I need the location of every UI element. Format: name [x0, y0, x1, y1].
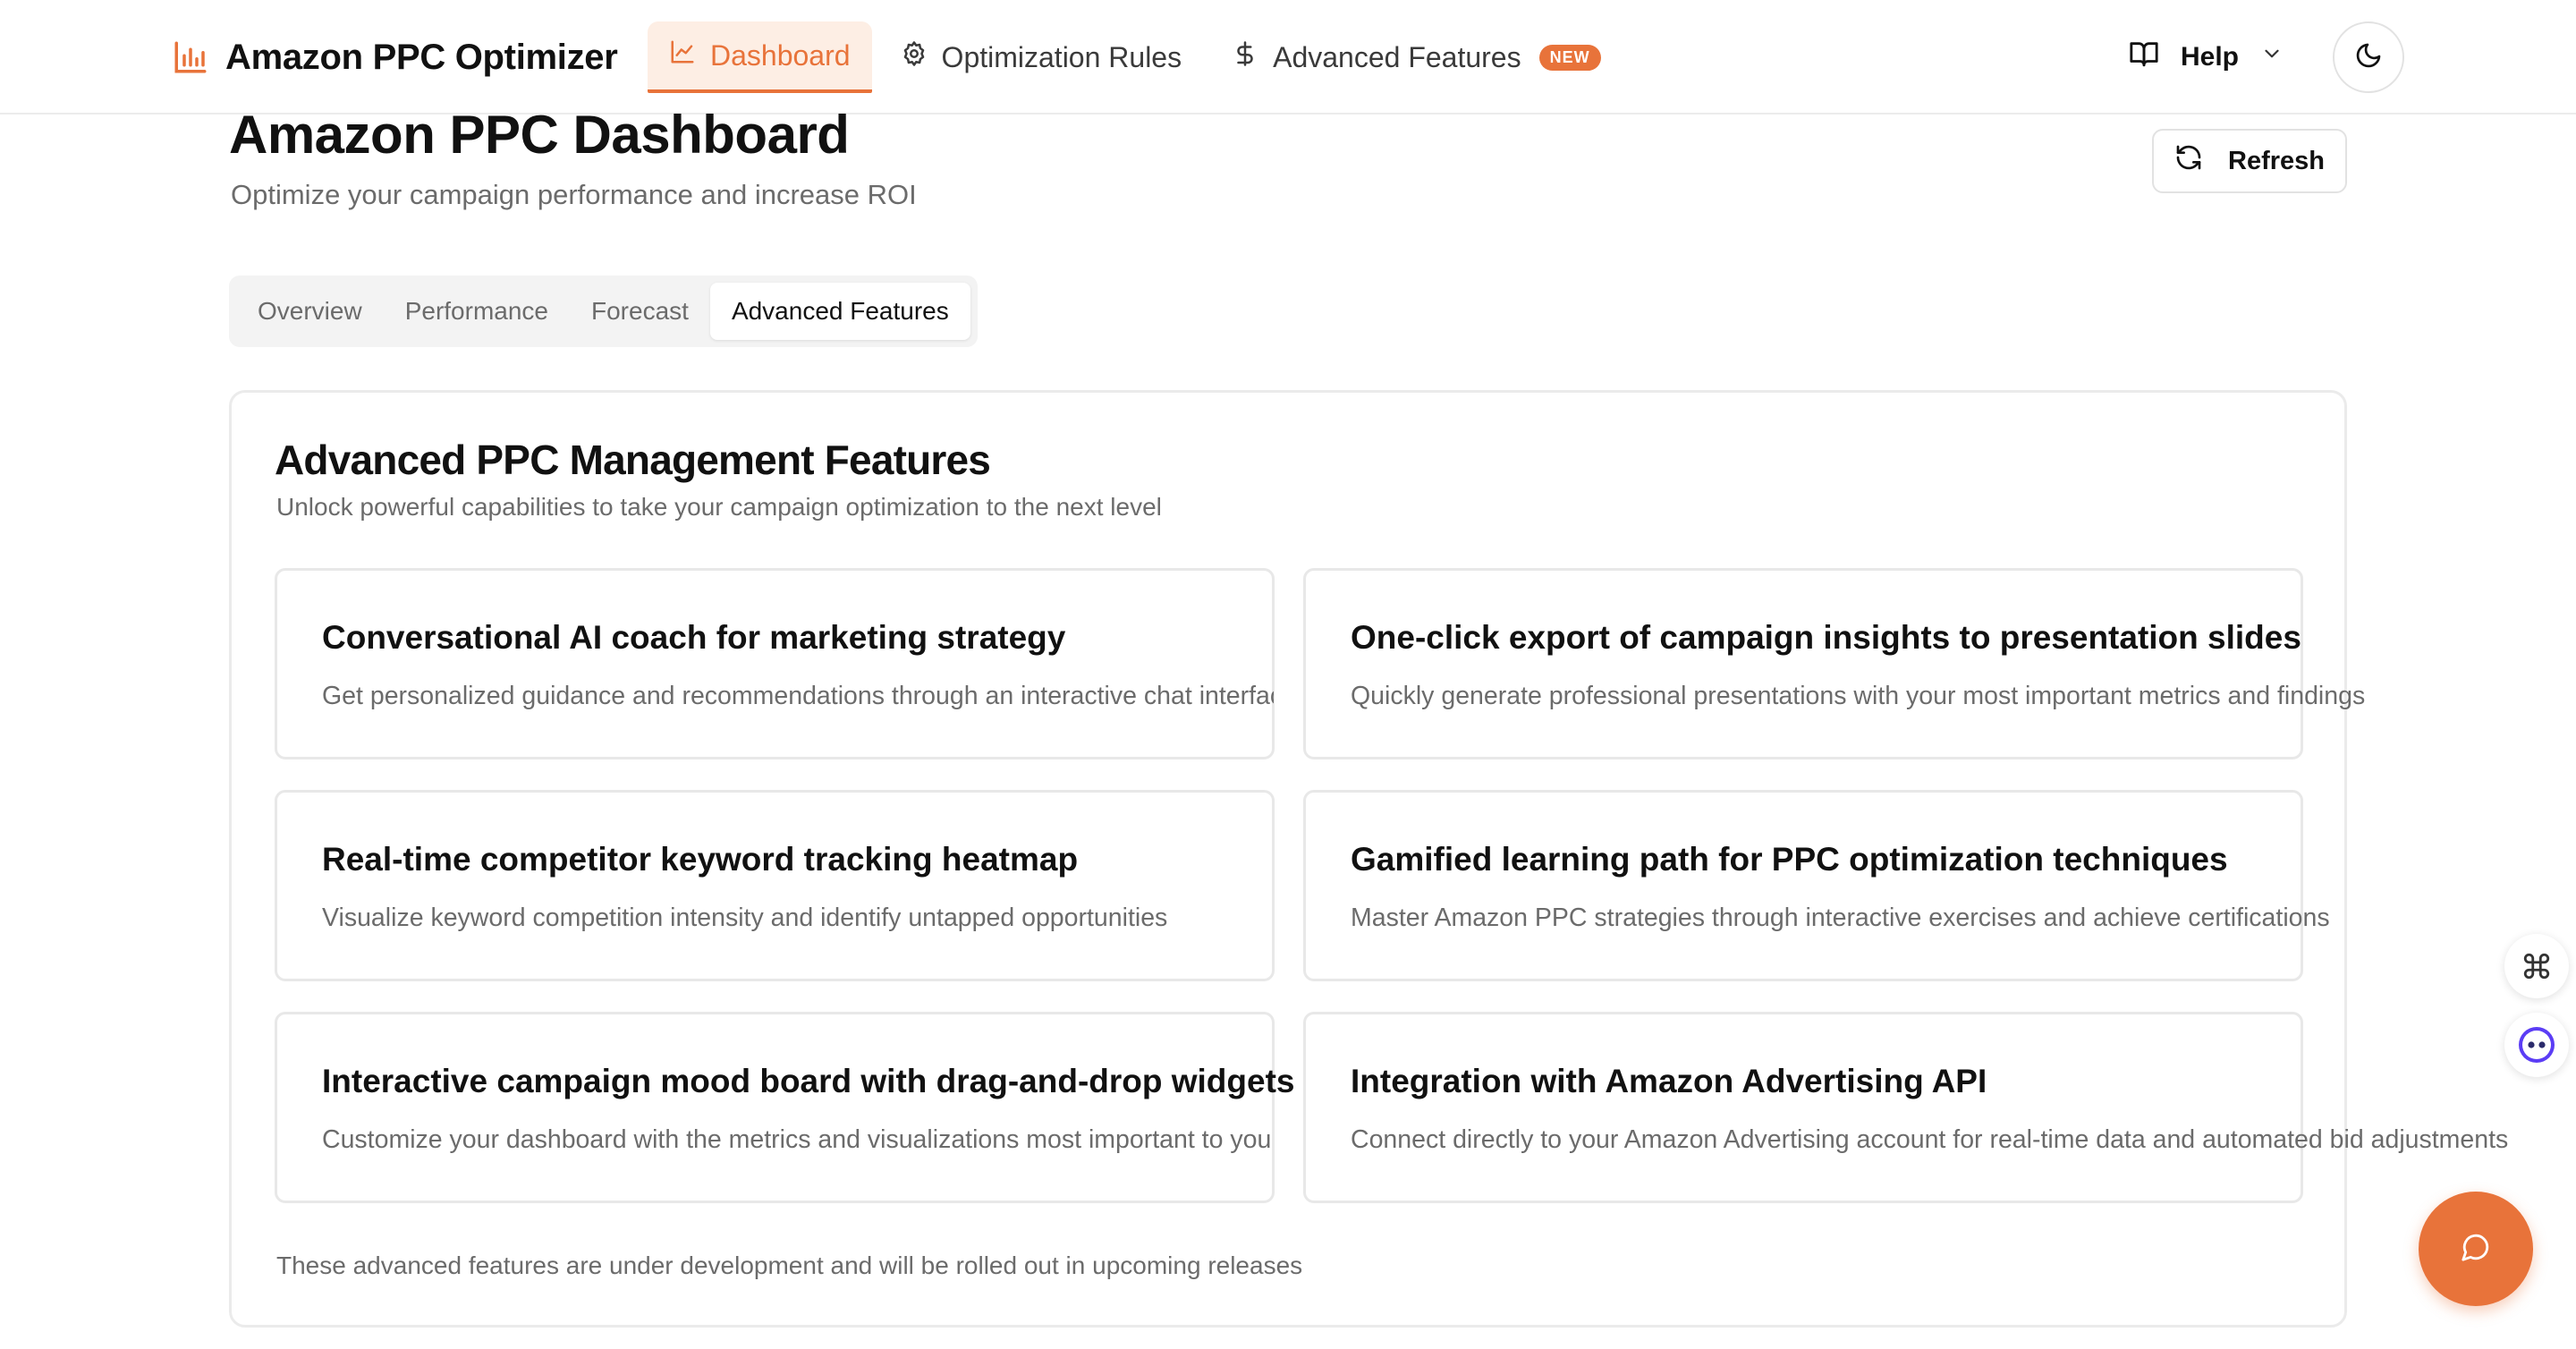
brand[interactable]: Amazon PPC Optimizer	[172, 32, 618, 82]
theme-toggle-button[interactable]	[2333, 21, 2404, 93]
bar-chart-icon	[172, 38, 209, 76]
dollar-icon	[1232, 40, 1258, 74]
new-badge: NEW	[1538, 44, 1601, 71]
advanced-features-card: Advanced PPC Management Features Unlock …	[229, 390, 2508, 1328]
feature-title: Conversational AI coach for marketing st…	[322, 619, 1066, 656]
help-menu[interactable]: Help	[2129, 32, 2284, 82]
apps-grid-icon[interactable]	[2504, 934, 2569, 998]
feature-description: Customize your dashboard with the metric…	[322, 1125, 1272, 1154]
top-navigation-bar: Amazon PPC Optimizer Dashboard Optimizat…	[0, 0, 2576, 115]
tab-performance[interactable]: Performance	[384, 283, 570, 340]
tab-overview[interactable]: Overview	[236, 283, 384, 340]
card-title: Advanced PPC Management Features	[275, 437, 991, 483]
feature-card[interactable]: Conversational AI coach for marketing st…	[275, 568, 1275, 759]
nav-optimization-rules[interactable]: Optimization Rules	[879, 21, 1204, 93]
feature-description: Master Amazon PPC strategies through int…	[1351, 904, 2330, 932]
refresh-button[interactable]: Refresh	[2152, 129, 2347, 193]
nav-dashboard[interactable]: Dashboard	[648, 21, 872, 93]
nav-optimization-rules-label: Optimization Rules	[941, 40, 1182, 73]
feature-card[interactable]: One-click export of campaign insights to…	[1303, 568, 2365, 759]
feature-title: Gamified learning path for PPC optimizat…	[1351, 841, 2228, 878]
feature-card[interactable]: Real-time competitor keyword tracking he…	[275, 790, 1275, 981]
help-label: Help	[2181, 42, 2240, 72]
page-subtitle: Optimize your campaign performance and i…	[231, 179, 917, 210]
book-icon	[2129, 38, 2159, 76]
feature-description: Connect directly to your Amazon Advertis…	[1351, 1125, 2509, 1154]
line-chart-icon	[669, 38, 696, 72]
feature-title: Integration with Amazon Advertising API	[1351, 1063, 1987, 1099]
chevron-down-icon	[2260, 42, 2284, 72]
nav-advanced-features[interactable]: Advanced Features NEW	[1210, 21, 1623, 93]
feature-description: Quickly generate professional presentati…	[1351, 682, 2366, 710]
feature-title: Real-time competitor keyword tracking he…	[322, 841, 1079, 878]
app-title: Amazon PPC Optimizer	[225, 37, 618, 77]
feature-card[interactable]: Gamified learning path for PPC optimizat…	[1303, 790, 2330, 981]
feature-description: Get personalized guidance and recommenda…	[322, 682, 1274, 710]
refresh-label: Refresh	[2228, 146, 2325, 175]
nav-dashboard-label: Dashboard	[710, 38, 851, 72]
dashboard-tabs: Overview Performance Forecast Advanced F…	[229, 276, 978, 347]
chat-button[interactable]	[2419, 1192, 2533, 1306]
feature-description: Visualize keyword competition intensity …	[322, 904, 1168, 932]
feature-title: One-click export of campaign insights to…	[1351, 619, 2301, 656]
feature-card[interactable]: Interactive campaign mood board with dra…	[275, 1012, 1295, 1203]
assistant-bot-icon[interactable]	[2504, 1013, 2569, 1077]
feature-title: Interactive campaign mood board with dra…	[322, 1063, 1295, 1099]
chat-bubble-icon	[2461, 1232, 2491, 1267]
tab-forecast[interactable]: Forecast	[570, 283, 710, 340]
tab-advanced-features[interactable]: Advanced Features	[709, 283, 970, 340]
main-nav: Dashboard Optimization Rules Advanced Fe…	[648, 21, 1623, 93]
nav-advanced-features-label: Advanced Features	[1273, 40, 1521, 73]
card-subtitle: Unlock powerful capabilities to take you…	[276, 493, 1162, 521]
refresh-icon	[2174, 143, 2203, 179]
page-title: Amazon PPC Dashboard	[229, 105, 850, 165]
card-footer-note: These advanced features are under develo…	[276, 1251, 1303, 1279]
moon-icon	[2354, 41, 2383, 74]
gear-icon	[901, 40, 928, 74]
feature-card[interactable]: Integration with Amazon Advertising API …	[1303, 1012, 2508, 1203]
